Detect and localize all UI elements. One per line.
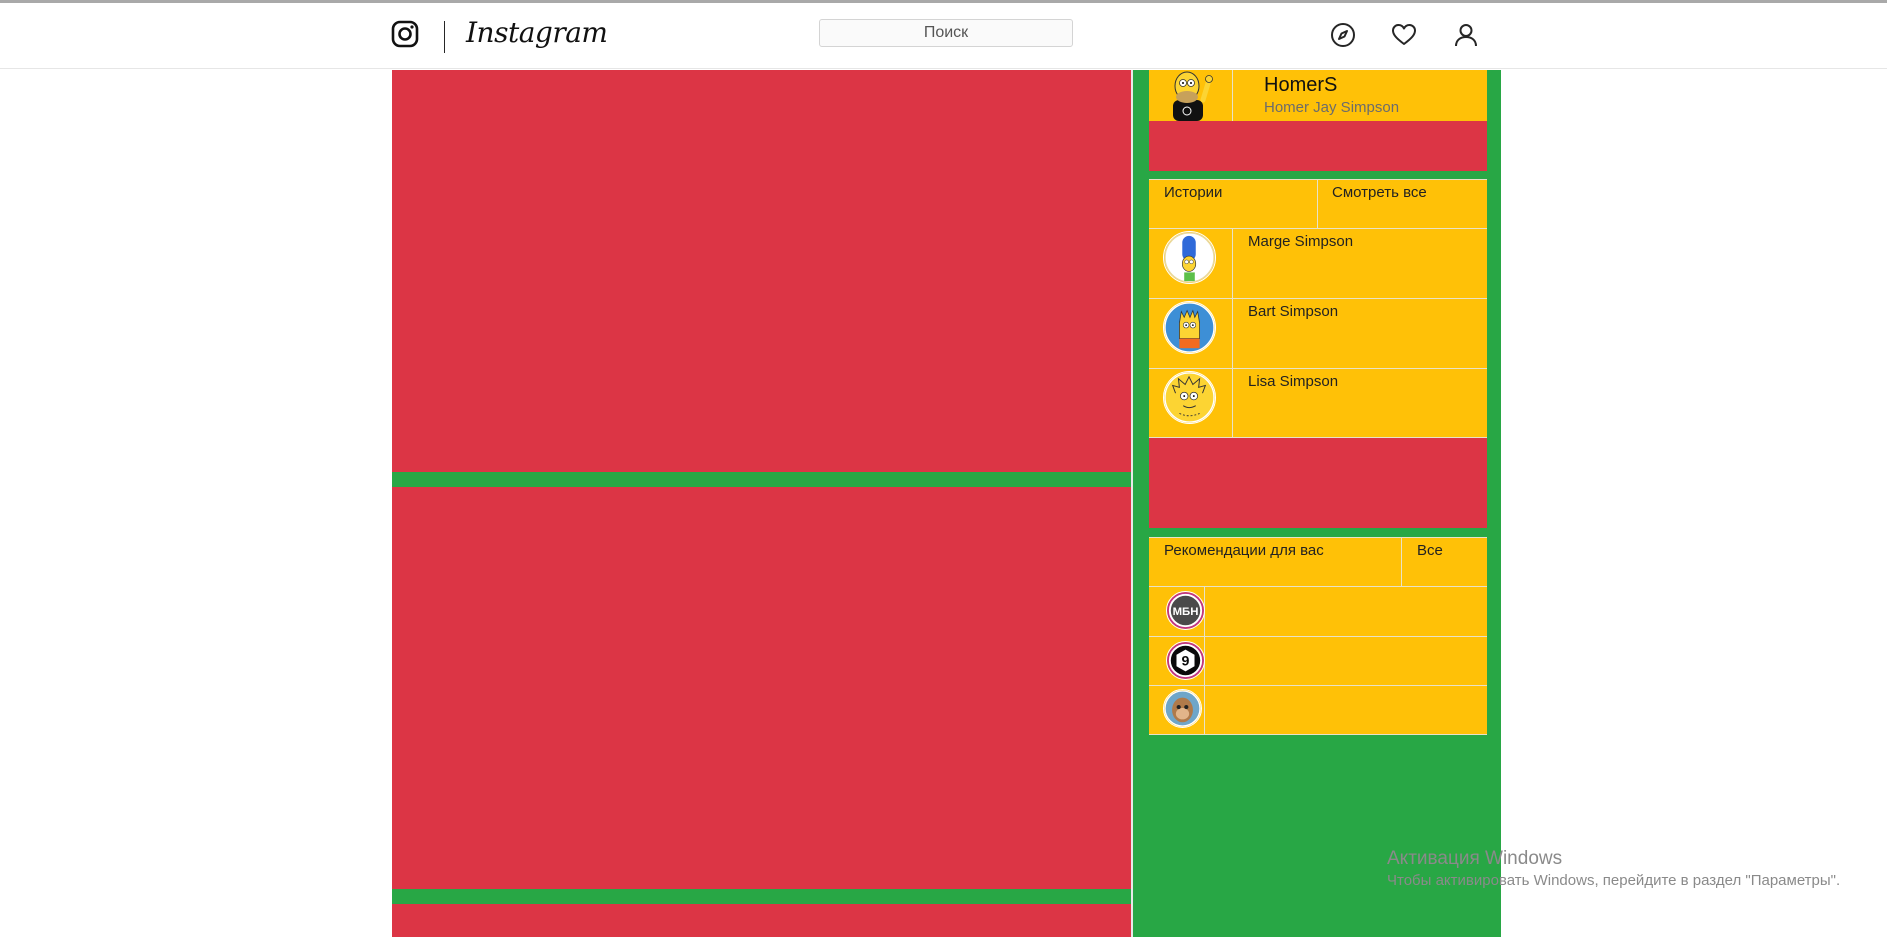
cell-divider [1149, 734, 1487, 735]
bart-avatar[interactable] [1163, 301, 1216, 354]
heart-icon[interactable] [1391, 22, 1417, 48]
user-icon[interactable] [1453, 22, 1479, 48]
cell-divider [1149, 537, 1487, 538]
svg-text:МБН: МБН [1173, 606, 1199, 618]
compass-icon[interactable] [1330, 22, 1356, 48]
profile-card-block [1149, 121, 1487, 171]
cell-divider [1317, 179, 1318, 228]
homer-avatar[interactable] [1165, 70, 1217, 121]
stories-see-all-link[interactable]: Смотреть все [1332, 184, 1427, 201]
story-name[interactable]: Marge Simpson [1248, 233, 1353, 250]
recommendation-item[interactable] [1149, 686, 1487, 734]
windows-activation-title: Активация Windows [1387, 848, 1563, 869]
instagram-wordmark[interactable]: Instagram [466, 13, 608, 53]
monkey-avatar[interactable] [1163, 689, 1202, 728]
svg-text:9: 9 [1182, 654, 1190, 670]
stories-title: Истории [1164, 184, 1223, 201]
mbh-avatar[interactable]: МБН [1166, 591, 1205, 630]
post-card[interactable] [392, 70, 1132, 472]
post-card[interactable] [392, 487, 1132, 889]
profile-full-name: Homer Jay Simpson [1264, 99, 1400, 116]
sidebar: HomerS Homer Jay Simpson Истории Смотрет… [1133, 70, 1501, 937]
story-item[interactable]: Marge Simpson [1149, 229, 1487, 298]
cell-divider [1401, 537, 1402, 586]
recommendation-item[interactable]: МБН [1149, 587, 1487, 636]
nine-avatar[interactable]: 9 [1166, 641, 1205, 680]
marge-avatar[interactable] [1163, 231, 1216, 284]
post-card[interactable] [392, 904, 1132, 937]
story-name[interactable]: Bart Simpson [1248, 303, 1338, 320]
story-name[interactable]: Lisa Simpson [1248, 373, 1338, 390]
profile-card[interactable]: HomerS Homer Jay Simpson [1149, 70, 1487, 121]
top-navbar: Instagram Поиск [0, 3, 1887, 69]
logo-separator [444, 21, 445, 53]
instagram-camera-icon[interactable] [391, 20, 419, 48]
story-item[interactable]: Bart Simpson [1149, 299, 1487, 368]
windows-activation-text: Чтобы активировать Windows, перейдите в … [1387, 872, 1841, 889]
search-input[interactable]: Поиск [819, 19, 1073, 47]
stories-card-block [1149, 438, 1487, 528]
stories-card: Истории Смотреть все Marge Simpson Bart … [1149, 179, 1487, 438]
recommendations-title: Рекомендации для вас [1164, 542, 1324, 559]
cell-divider [1149, 179, 1487, 180]
recommendation-item[interactable]: 9 [1149, 637, 1487, 685]
feed-column [392, 70, 1132, 937]
recommendations-card: Рекомендации для вас Все МБН 9 [1149, 537, 1487, 735]
cell-divider [1232, 70, 1233, 121]
profile-username[interactable]: HomerS [1264, 74, 1337, 97]
story-item[interactable]: Lisa Simpson [1149, 369, 1487, 437]
recommendations-all-link[interactable]: Все [1417, 542, 1443, 559]
lisa-avatar[interactable] [1163, 371, 1216, 424]
